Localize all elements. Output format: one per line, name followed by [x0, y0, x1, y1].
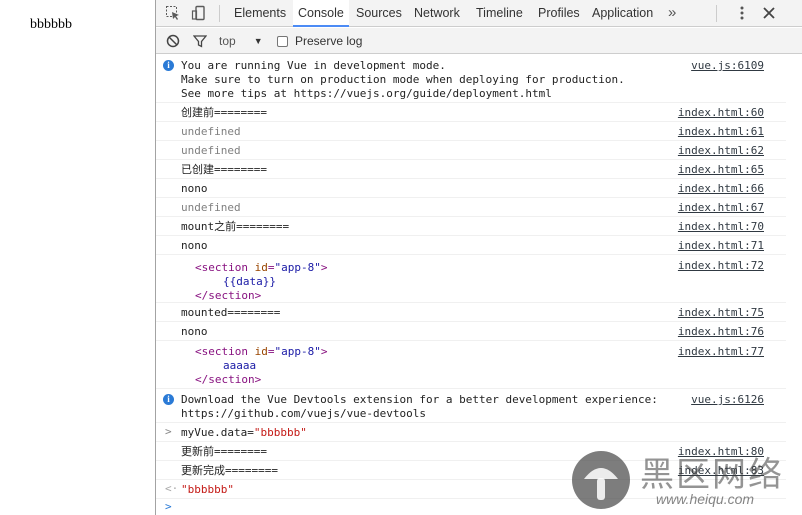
- log-text: nono: [181, 239, 208, 252]
- tab-console[interactable]: Console: [293, 0, 349, 27]
- element-close-tag: </section>: [195, 289, 262, 302]
- tab-profiles[interactable]: Profiles: [538, 0, 580, 27]
- source-link[interactable]: vue.js:6109: [691, 59, 764, 73]
- devtools-panel: Elements Console Sources Network Timelin…: [155, 0, 802, 515]
- message-line: Make sure to turn on production mode whe…: [181, 73, 625, 86]
- message-line: Download the Vue Devtools extension for …: [181, 393, 658, 406]
- preserve-log-label: Preserve log: [295, 34, 363, 48]
- console-messages: i You are running Vue in development mod…: [156, 55, 802, 515]
- log-text: nono: [181, 325, 208, 338]
- tab-timeline[interactable]: Timeline: [476, 0, 523, 27]
- source-link[interactable]: index.html:75: [678, 306, 764, 320]
- result-value: "bbbbbb": [181, 483, 234, 496]
- source-link[interactable]: index.html:83: [678, 464, 764, 478]
- log-text: nono: [181, 182, 208, 195]
- page-viewport: bbbbbb: [0, 0, 155, 515]
- log-text: 已创建========: [181, 163, 267, 176]
- console-log-row: 更新前======== index.html:80: [156, 442, 786, 461]
- devtools-tabbar: Elements Console Sources Network Timelin…: [156, 0, 802, 27]
- source-link[interactable]: index.html:60: [678, 106, 764, 120]
- toolbar-divider: [716, 5, 717, 22]
- log-text: 更新前========: [181, 445, 267, 458]
- tab-network[interactable]: Network: [414, 0, 460, 27]
- inspect-element-icon[interactable]: [164, 4, 182, 22]
- source-link[interactable]: index.html:72: [678, 259, 764, 273]
- console-info-message: i You are running Vue in development mod…: [156, 55, 786, 103]
- toolbar-divider: [219, 5, 220, 22]
- log-text: undefined: [181, 125, 241, 138]
- tab-application[interactable]: Application: [592, 0, 653, 27]
- message-line: You are running Vue in development mode.: [181, 59, 446, 72]
- log-text: 创建前========: [181, 106, 267, 119]
- element-open-tag: <section id="app-8">: [195, 261, 328, 274]
- context-select[interactable]: top ▼: [219, 28, 263, 54]
- tab-elements[interactable]: Elements: [234, 0, 286, 27]
- element-content: {{data}}: [223, 275, 276, 288]
- console-log-row: nono index.html:76: [156, 322, 786, 341]
- prompt-chevron-icon: >: [165, 500, 172, 513]
- checkbox-box: [277, 35, 288, 47]
- input-command: myVue.data="bbbbbb": [181, 426, 307, 439]
- console-log-row: undefined index.html:62: [156, 141, 786, 160]
- source-link[interactable]: vue.js:6126: [691, 393, 764, 407]
- source-link[interactable]: index.html:61: [678, 125, 764, 139]
- element-close-tag: </section>: [195, 373, 262, 386]
- log-text: mount之前========: [181, 220, 290, 233]
- console-log-row: mount之前======== index.html:70: [156, 217, 786, 236]
- element-open-tag: <section id="app-8">: [195, 345, 328, 358]
- console-prompt[interactable]: >: [156, 499, 786, 515]
- source-link[interactable]: index.html:70: [678, 220, 764, 234]
- close-icon[interactable]: [760, 4, 778, 22]
- tab-sources[interactable]: Sources: [356, 0, 402, 27]
- message-line: See more tips at https://vuejs.org/guide…: [181, 87, 552, 100]
- source-link[interactable]: index.html:80: [678, 445, 764, 459]
- info-icon: i: [163, 60, 174, 71]
- log-text: undefined: [181, 144, 241, 157]
- page-text: bbbbbb: [30, 17, 72, 32]
- console-element-row[interactable]: <section id="app-8"> aaaaa </section> in…: [156, 341, 786, 389]
- console-element-row[interactable]: <section id="app-8"> {{data}} </section>…: [156, 255, 786, 303]
- filter-icon[interactable]: [193, 28, 207, 54]
- source-link[interactable]: index.html:71: [678, 239, 764, 253]
- more-tabs-button[interactable]: »: [668, 0, 676, 27]
- result-arrow-icon: <·: [165, 482, 179, 495]
- preserve-log-checkbox[interactable]: [277, 28, 288, 54]
- console-filter-bar: top ▼ Preserve log: [156, 28, 802, 54]
- source-link[interactable]: index.html:76: [678, 325, 764, 339]
- source-link[interactable]: index.html:66: [678, 182, 764, 196]
- source-link[interactable]: index.html:65: [678, 163, 764, 177]
- context-select-value: top: [219, 34, 236, 48]
- console-log-row: 已创建======== index.html:65: [156, 160, 786, 179]
- console-log-row: mounted======== index.html:75: [156, 303, 786, 322]
- chevron-down-icon: ▼: [253, 36, 263, 46]
- element-content: aaaaa: [223, 359, 257, 372]
- clear-console-icon[interactable]: [166, 28, 180, 54]
- console-info-message: i Download the Vue Devtools extension fo…: [156, 389, 786, 423]
- console-log-row: nono index.html:66: [156, 179, 786, 198]
- info-icon: i: [163, 394, 174, 405]
- console-log-row: nono index.html:71: [156, 236, 786, 255]
- device-toolbar-icon[interactable]: [190, 4, 208, 22]
- message-line: https://github.com/vuejs/vue-devtools: [181, 407, 427, 420]
- console-log-row: undefined index.html:61: [156, 122, 786, 141]
- source-link[interactable]: index.html:77: [678, 345, 764, 359]
- kebab-menu-icon[interactable]: [733, 4, 751, 22]
- console-result-row: <· "bbbbbb": [156, 480, 786, 499]
- console-log-row: undefined index.html:67: [156, 198, 786, 217]
- console-log-row: 创建前======== index.html:60: [156, 103, 786, 122]
- console-log-row: 更新完成======== index.html:83: [156, 461, 786, 480]
- log-text: mounted========: [181, 306, 281, 319]
- input-chevron-icon: >: [165, 425, 172, 438]
- source-link[interactable]: index.html:67: [678, 201, 764, 215]
- log-text: undefined: [181, 201, 241, 214]
- source-link[interactable]: index.html:62: [678, 144, 764, 158]
- log-text: 更新完成========: [181, 464, 278, 477]
- console-input-echo: > myVue.data="bbbbbb": [156, 423, 786, 442]
